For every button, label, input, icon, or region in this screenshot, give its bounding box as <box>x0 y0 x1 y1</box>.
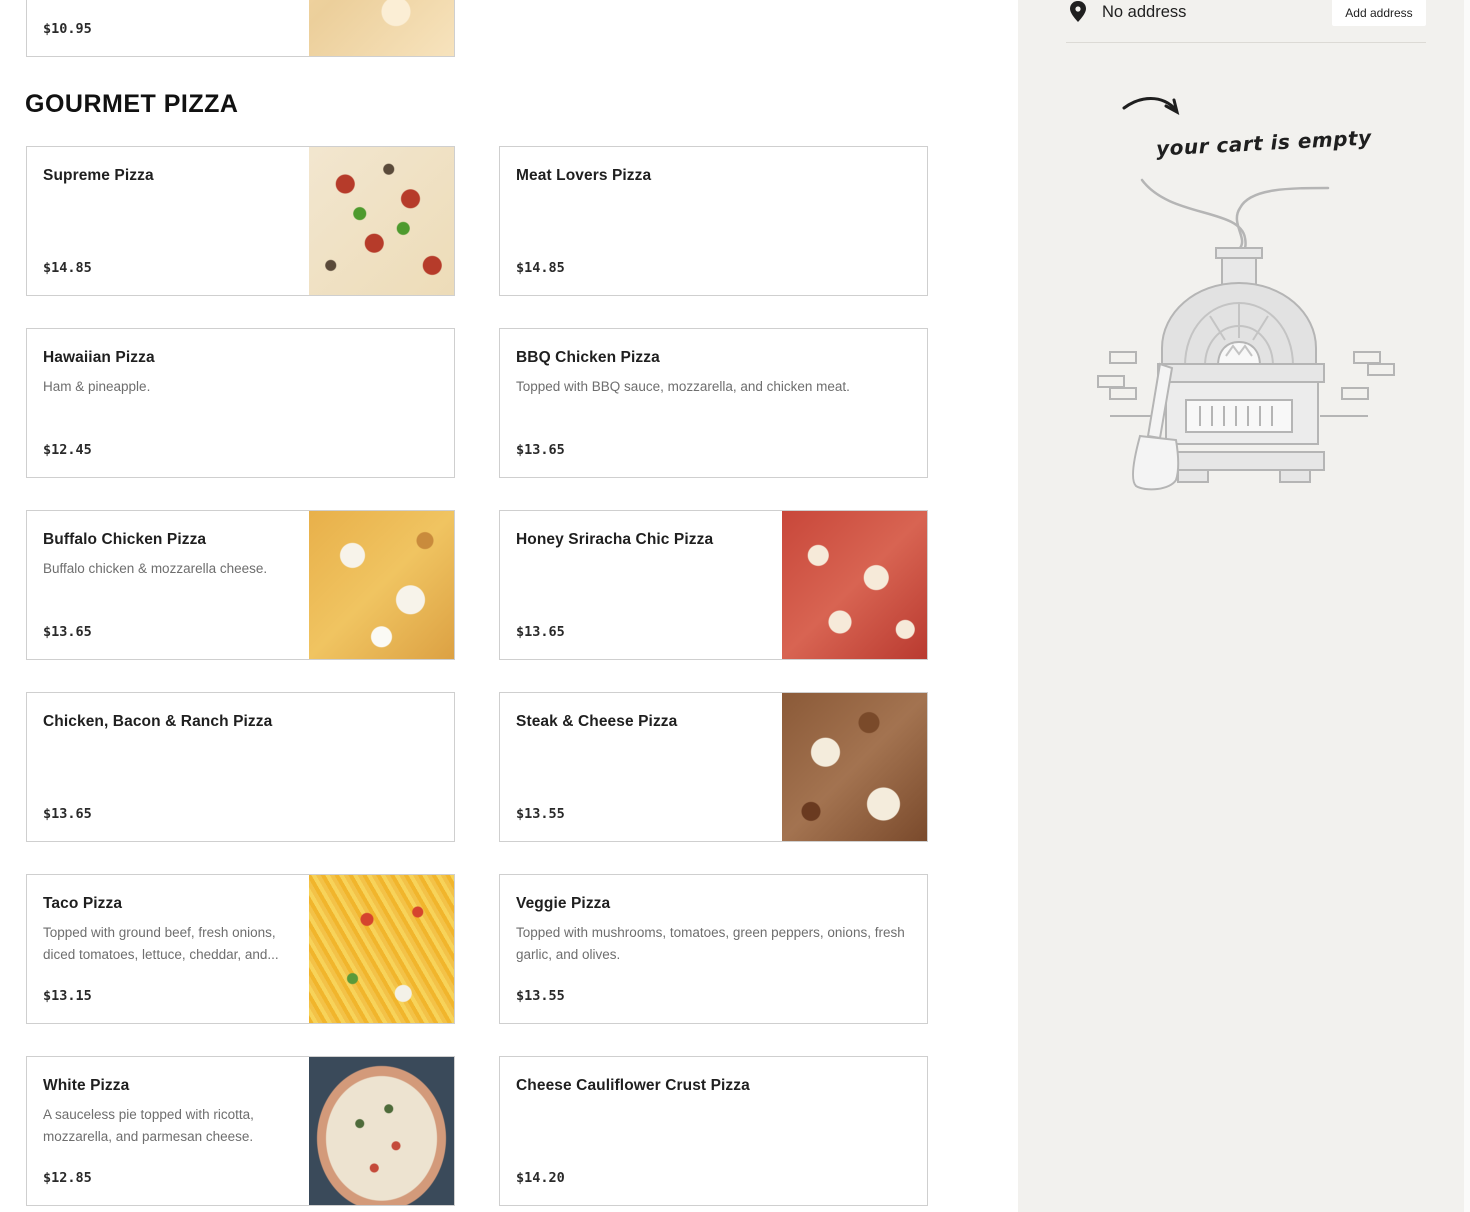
item-name: Honey Sriracha Chic Pizza <box>516 531 714 548</box>
menu-item-card[interactable]: Hawaiian Pizza Ham & pineapple. $12.45 <box>26 328 455 478</box>
item-price: $14.85 <box>516 260 565 276</box>
item-price: $13.65 <box>43 624 92 640</box>
item-name: BBQ Chicken Pizza <box>516 349 660 366</box>
item-price: $13.65 <box>516 624 565 640</box>
menu-item-card[interactable]: Taco Pizza Topped with ground beef, fres… <box>26 874 455 1024</box>
menu-item-card[interactable]: Buffalo Chicken Pizza Buffalo chicken & … <box>26 510 455 660</box>
menu-main: $10.95 GOURMET PIZZA Supreme Pizza $14.8… <box>0 0 1018 1212</box>
item-description: Ham & pineapple. <box>43 379 151 394</box>
item-price: $12.85 <box>43 1170 92 1186</box>
item-photo <box>782 693 927 841</box>
item-description: Topped with BBQ sauce, mozzarella, and c… <box>516 379 850 394</box>
arrow-icon <box>1122 97 1180 115</box>
item-price: $13.65 <box>516 442 565 458</box>
menu-item-card[interactable]: Cheese Cauliflower Crust Pizza $14.20 <box>499 1056 928 1206</box>
item-description: A sauceless pie topped with ricotta, moz… <box>43 1107 254 1144</box>
item-price: $10.95 <box>43 21 92 37</box>
menu-item-card[interactable]: Steak & Cheese Pizza $13.55 <box>499 692 928 842</box>
menu-item-card[interactable]: Supreme Pizza $14.85 <box>26 146 455 296</box>
item-name: Veggie Pizza <box>516 895 611 912</box>
section-title: GOURMET PIZZA <box>25 90 239 118</box>
item-description: Buffalo chicken & mozzarella cheese. <box>43 561 268 576</box>
item-name: Cheese Cauliflower Crust Pizza <box>516 1077 750 1094</box>
menu-item-card-partial[interactable]: $10.95 <box>26 0 455 57</box>
item-price: $12.45 <box>43 442 92 458</box>
item-price: $14.85 <box>43 260 92 276</box>
address-label: No address <box>1102 3 1187 21</box>
item-name: White Pizza <box>43 1077 130 1094</box>
item-name: Taco Pizza <box>43 895 123 912</box>
item-name: Meat Lovers Pizza <box>516 167 652 184</box>
item-name: Buffalo Chicken Pizza <box>43 531 207 548</box>
item-photo <box>309 511 454 659</box>
menu-item-card[interactable]: Meat Lovers Pizza $14.85 <box>499 146 928 296</box>
menu-item-card[interactable]: Honey Sriracha Chic Pizza $13.65 <box>499 510 928 660</box>
item-price: $13.15 <box>43 988 92 1004</box>
item-name: Steak & Cheese Pizza <box>516 713 678 730</box>
item-description: Topped with mushrooms, tomatoes, green p… <box>516 925 905 962</box>
menu-item-card[interactable]: BBQ Chicken Pizza Topped with BBQ sauce,… <box>499 328 928 478</box>
item-price: $13.65 <box>43 806 92 822</box>
item-price: $13.55 <box>516 988 565 1004</box>
item-photo <box>309 0 454 56</box>
item-photo <box>309 147 454 295</box>
add-address-button[interactable]: Add address <box>1332 0 1426 26</box>
page-scrollbar[interactable] <box>1464 0 1470 1212</box>
menu-item-card[interactable]: White Pizza A sauceless pie topped with … <box>26 1056 455 1206</box>
item-name: Supreme Pizza <box>43 167 154 184</box>
item-photo <box>782 511 927 659</box>
item-description: Topped with ground beef, fresh onions, d… <box>43 925 279 962</box>
item-photo <box>309 875 454 1023</box>
item-name: Hawaiian Pizza <box>43 349 155 366</box>
item-photo <box>309 1057 454 1205</box>
item-name: Chicken, Bacon & Ranch Pizza <box>43 713 273 730</box>
item-price: $14.20 <box>516 1170 565 1186</box>
menu-item-card[interactable]: Chicken, Bacon & Ranch Pizza $13.65 <box>26 692 455 842</box>
item-price: $13.55 <box>516 806 565 822</box>
menu-item-card[interactable]: Veggie Pizza Topped with mushrooms, toma… <box>499 874 928 1024</box>
location-pin-icon <box>1070 1 1086 22</box>
